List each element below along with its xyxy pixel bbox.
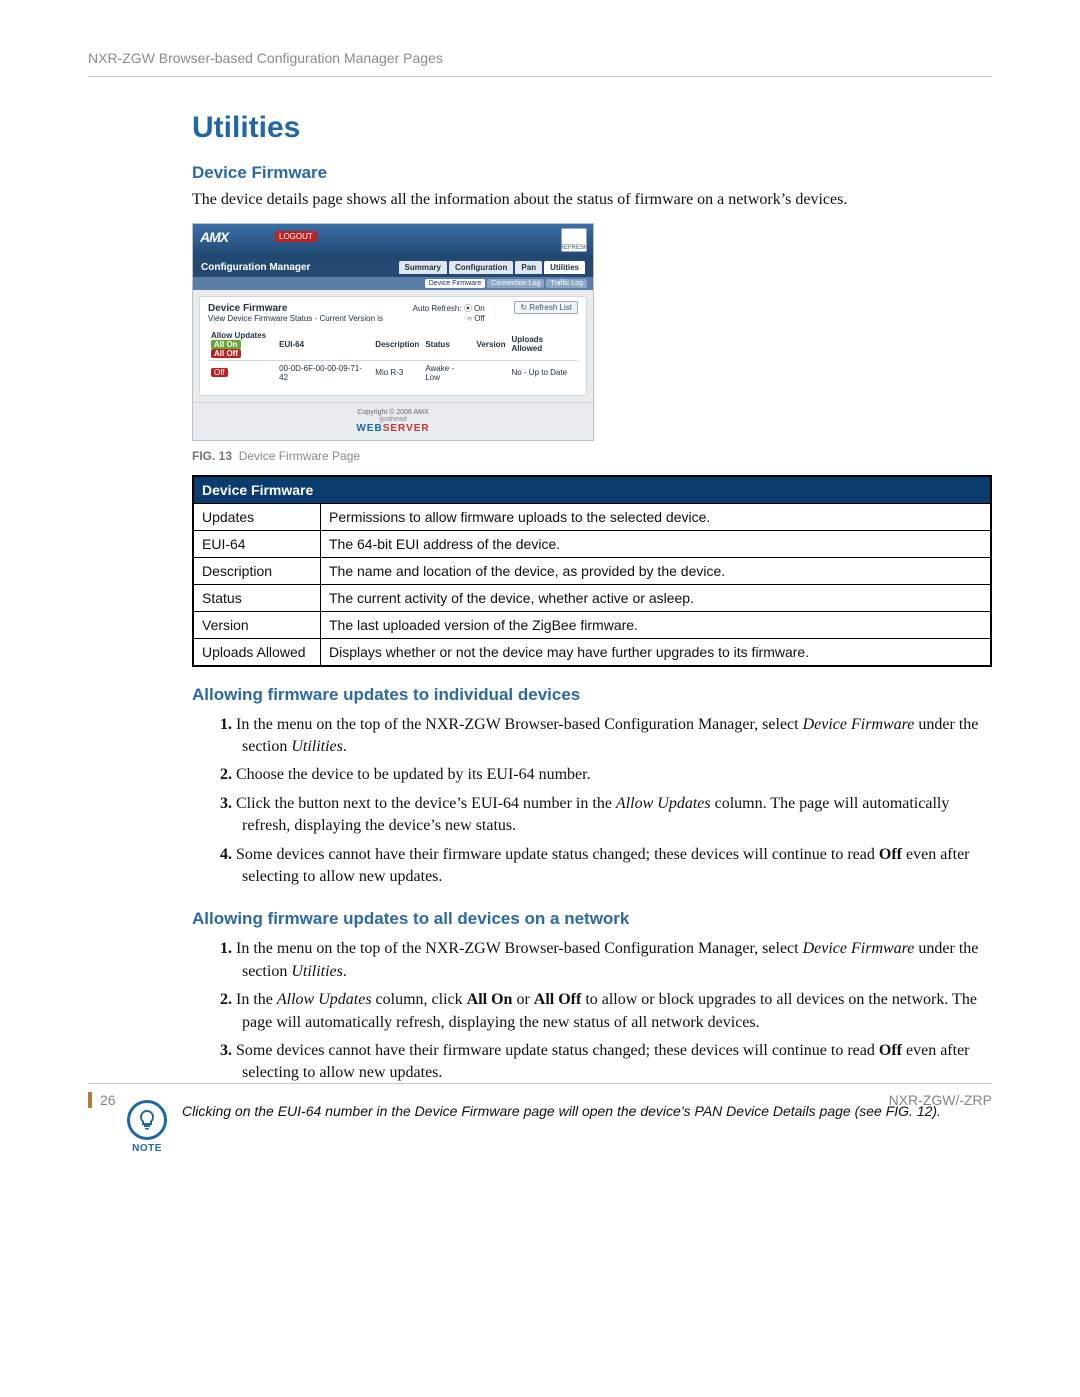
page-footer: 26 NXR-ZGW/-ZRP	[88, 1083, 992, 1108]
list-item: 2. Choose the device to be updated by it…	[220, 761, 992, 789]
auto-refresh-on[interactable]: On	[474, 304, 485, 313]
list-item: 3. Some devices cannot have their firmwa…	[220, 1037, 992, 1088]
tab-pan[interactable]: Pan	[515, 261, 542, 274]
subhead-device-firmware: Device Firmware	[192, 163, 992, 183]
subtab-device-firmware[interactable]: Device Firmware	[425, 279, 486, 288]
list-item: 3. Click the button next to the device’s…	[220, 790, 992, 841]
panel-title: Device Firmware	[208, 303, 383, 314]
table-value: The name and location of the device, as …	[321, 557, 992, 584]
fig-panel: Device Firmware View Device Firmware Sta…	[199, 296, 587, 396]
fig-copyright: Copyright © 2006 AMX	[193, 409, 593, 416]
table-row: EUI-64The 64-bit EUI address of the devi…	[193, 530, 991, 557]
subtab-traffic-log[interactable]: Traffic Log	[546, 279, 587, 288]
list-item: 2. In the Allow Updates column, click Al…	[220, 986, 992, 1037]
logout-button[interactable]: LOGOUT	[275, 231, 317, 242]
fig-title-bar: Configuration Manager Summary Configurat…	[193, 258, 593, 277]
table-row: DescriptionThe name and location of the …	[193, 557, 991, 584]
auto-refresh-label: Auto Refresh:	[413, 304, 462, 313]
auto-refresh-off[interactable]: Off	[474, 314, 485, 323]
table-key: Status	[193, 584, 321, 611]
panel-desc: View Device Firmware Status - Current Ve…	[208, 314, 383, 323]
col-allow-updates: Allow Updates All On All Off	[208, 329, 276, 361]
amx-logo: AMX	[200, 229, 228, 245]
row-eui64[interactable]: 00-0D-6F-00-00-09-71-42	[276, 360, 372, 385]
table-value: The last uploaded version of the ZigBee …	[321, 611, 992, 638]
running-header: NXR-ZGW Browser-based Configuration Mana…	[88, 50, 992, 77]
page-number: 26	[88, 1092, 116, 1108]
figure-13-screenshot: AMX LOGOUT REFRESH Configuration Manager…	[192, 223, 594, 441]
refresh-icon[interactable]: REFRESH	[561, 228, 587, 252]
fig-subtabs: Device Firmware Connection Log Traffic L…	[193, 277, 593, 290]
table-row: Uploads AllowedDisplays whether or not t…	[193, 638, 991, 666]
table-value: Permissions to allow firmware uploads to…	[321, 503, 992, 530]
figure-13-caption: FIG. 13 Device Firmware Page	[192, 449, 992, 463]
all-off-button[interactable]: All Off	[211, 349, 241, 358]
table-key: Uploads Allowed	[193, 638, 321, 666]
list-item: 4. Some devices cannot have their firmwa…	[220, 841, 992, 892]
col-description: Description	[372, 329, 422, 361]
table-value: The 64-bit EUI address of the device.	[321, 530, 992, 557]
fig-footer: Copyright © 2006 AMX goahead WEBSERVER	[193, 402, 593, 440]
table-row: Off 00-0D-6F-00-00-09-71-42 Mio R-3 Awak…	[208, 360, 578, 385]
table-row: UpdatesPermissions to allow firmware upl…	[193, 503, 991, 530]
table-value: The current activity of the device, whet…	[321, 584, 992, 611]
procedure-all: 1. In the menu on the top of the NXR-ZGW…	[192, 935, 992, 1087]
subhead-allow-all: Allowing firmware updates to all devices…	[192, 909, 992, 929]
goahead-label: goahead	[193, 416, 593, 423]
webserver-logo: WEBSERVER	[193, 423, 593, 434]
section-title: Utilities	[192, 111, 992, 145]
note-block: NOTE Clicking on the EUI-64 number in th…	[124, 1100, 992, 1154]
tab-summary[interactable]: Summary	[399, 261, 447, 274]
row-desc: Mio R-3	[372, 360, 422, 385]
intro-paragraph: The device details page shows all the in…	[192, 189, 992, 211]
config-manager-label: Configuration Manager	[201, 262, 310, 273]
row-version	[474, 360, 509, 385]
row-uploads: No - Up to Date	[508, 360, 578, 385]
row-off-button[interactable]: Off	[211, 368, 228, 377]
col-uploads: Uploads Allowed	[508, 329, 578, 361]
table-key: Version	[193, 611, 321, 638]
note-label: NOTE	[124, 1143, 170, 1154]
table-key: EUI-64	[193, 530, 321, 557]
subhead-allow-individual: Allowing firmware updates to individual …	[192, 685, 992, 705]
row-status: Awake - Low	[422, 360, 473, 385]
refresh-list-button[interactable]: ↻ Refresh List	[514, 301, 578, 314]
col-eui64: EUI-64	[276, 329, 372, 361]
tab-utilities[interactable]: Utilities	[544, 261, 585, 274]
table-row: VersionThe last uploaded version of the …	[193, 611, 991, 638]
table-row: StatusThe current activity of the device…	[193, 584, 991, 611]
doc-table-header: Device Firmware	[193, 476, 991, 504]
table-value: Displays whether or not the device may h…	[321, 638, 992, 666]
fig-top-bar: AMX LOGOUT REFRESH	[193, 224, 593, 258]
doc-id: NXR-ZGW/-ZRP	[889, 1092, 992, 1108]
col-version: Version	[474, 329, 509, 361]
table-key: Updates	[193, 503, 321, 530]
col-status: Status	[422, 329, 473, 361]
tab-configuration[interactable]: Configuration	[449, 261, 513, 274]
list-item: 1. In the menu on the top of the NXR-ZGW…	[220, 935, 992, 986]
list-item: 1. In the menu on the top of the NXR-ZGW…	[220, 711, 992, 762]
procedure-individual: 1. In the menu on the top of the NXR-ZGW…	[192, 711, 992, 892]
table-key: Description	[193, 557, 321, 584]
device-firmware-table: Device Firmware UpdatesPermissions to al…	[192, 475, 992, 667]
subtab-connection-log[interactable]: Connection Log	[487, 279, 544, 288]
fig-device-table: Allow Updates All On All Off EUI-64 Desc…	[208, 329, 578, 385]
all-on-button[interactable]: All On	[211, 340, 241, 349]
